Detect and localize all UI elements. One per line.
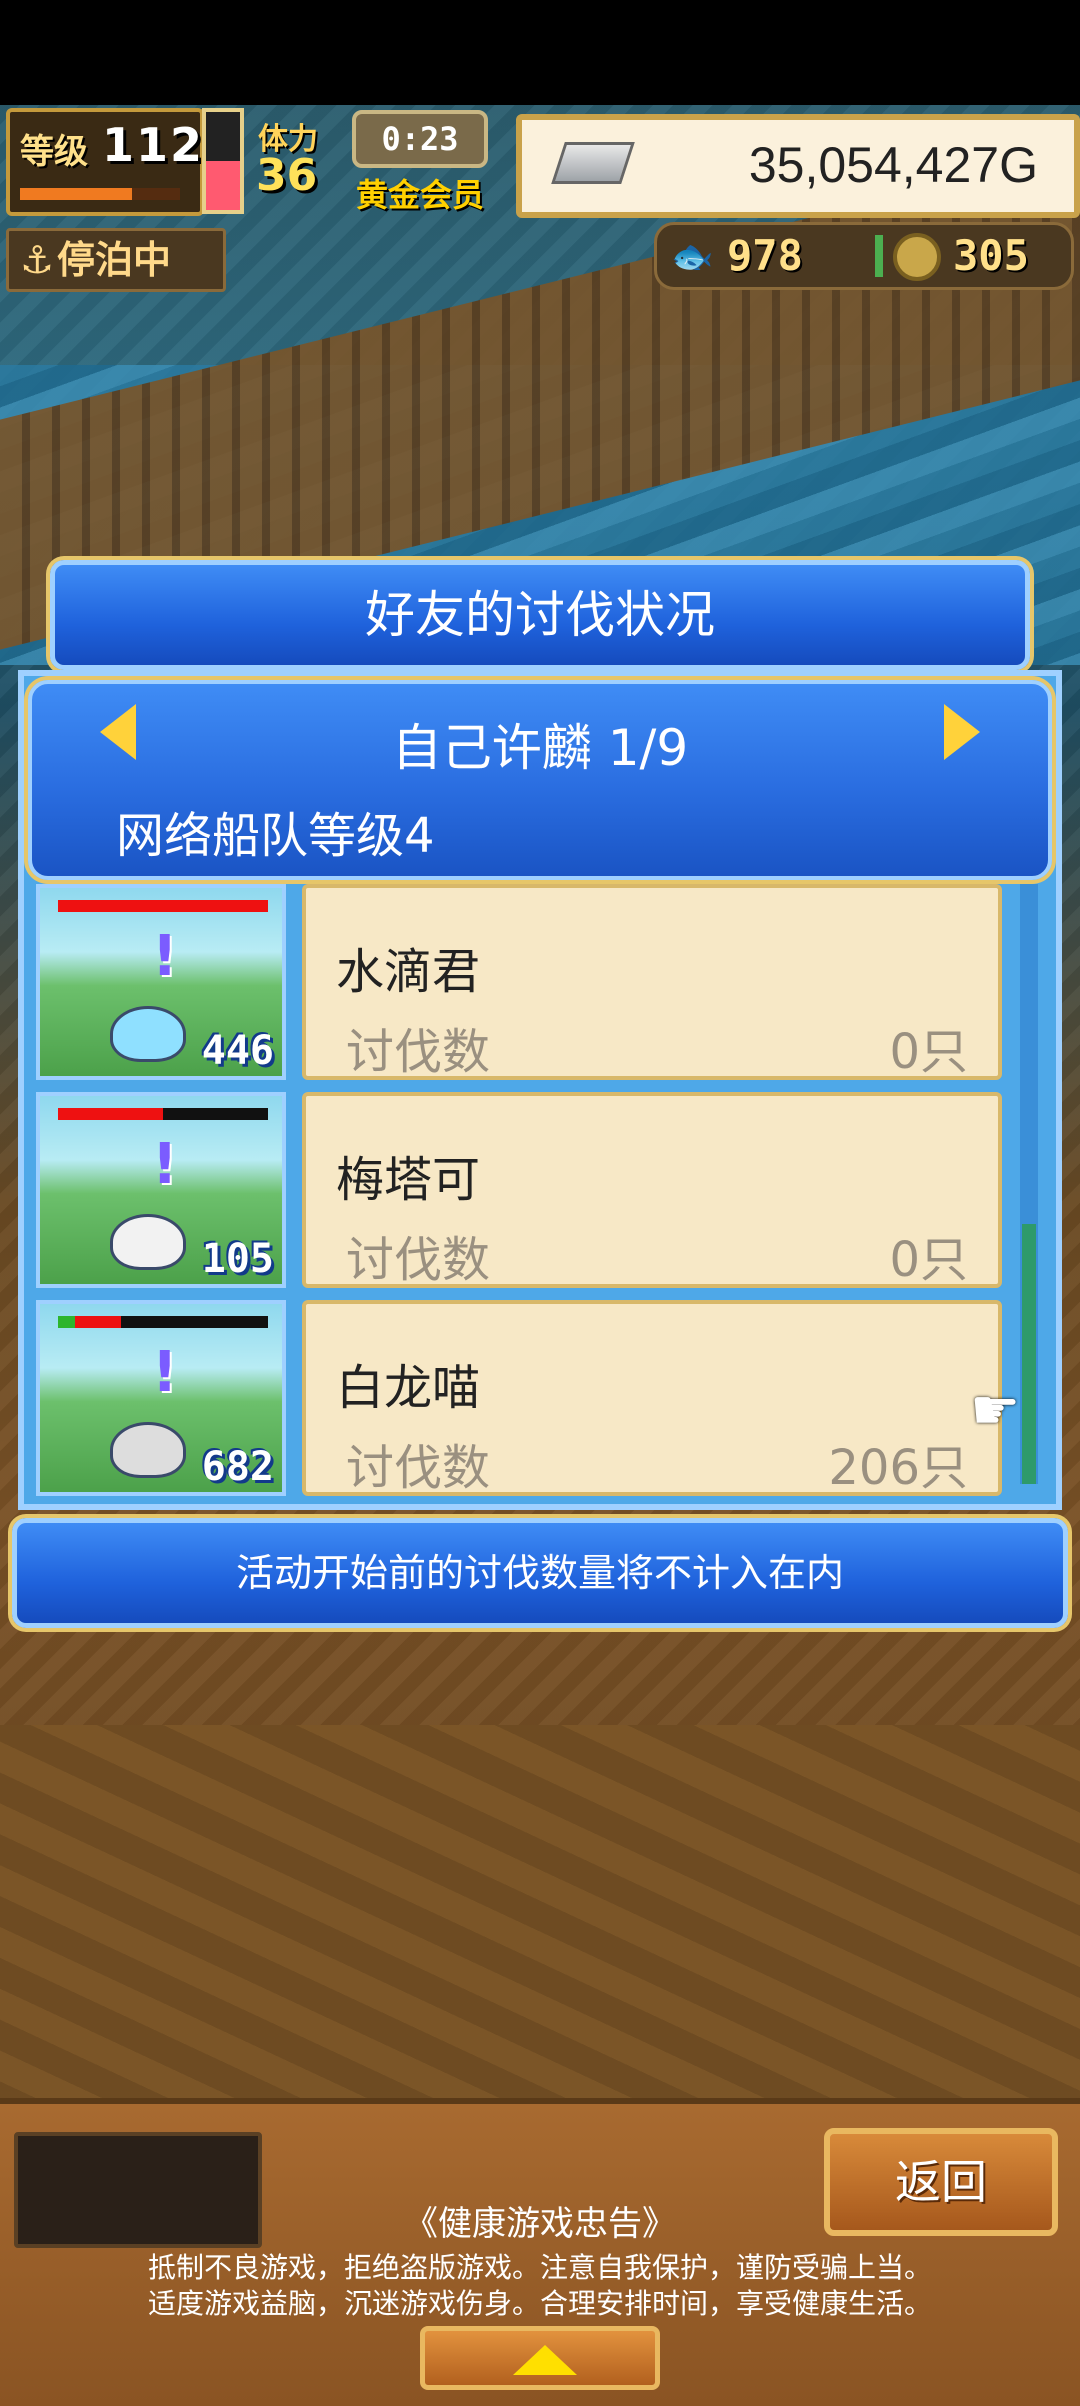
stamina-gauge (202, 108, 244, 214)
monster-sprite (110, 1422, 186, 1478)
top-hud: 等级 112 体力 36 0:23 黄金会员 35,054,427G ⚓停泊中 … (0, 108, 1080, 292)
monster-sprite (110, 1006, 186, 1062)
pointer-hand-icon: ☚ (970, 1378, 1021, 1443)
resource-separator (875, 235, 883, 277)
level-value: 112 (102, 118, 205, 172)
kill-value: 0只 (889, 1024, 968, 1080)
monster-info: 白龙喵 讨伐数 206只 (302, 1300, 1002, 1496)
stamina-panel: 体力 36 (250, 108, 350, 208)
friend-header: 自己许麟 1/9 网络船队等级4 (28, 680, 1052, 880)
list-item[interactable]: ! 105 梅塔可 讨伐数 0只 (32, 1092, 1002, 1288)
fish-icon: 🐟 (671, 237, 714, 277)
monster-info: 梅塔可 讨伐数 0只 (302, 1092, 1002, 1288)
docked-status-label: 停泊中 (57, 238, 172, 282)
kill-label: 讨伐数 (346, 1024, 491, 1080)
monster-count: 105 (201, 1236, 274, 1282)
dialog-title: 好友的讨伐状况 (50, 560, 1030, 670)
level-panel: 等级 112 (6, 108, 204, 216)
hp-bar (58, 1108, 268, 1120)
list-item[interactable]: ! 682 白龙喵 讨伐数 206只 (32, 1300, 1002, 1496)
kill-label: 讨伐数 (346, 1440, 491, 1496)
gold-value: 35,054,427G (748, 137, 1038, 193)
monster-name: 梅塔可 (336, 1152, 481, 1208)
monster-info: 水滴君 讨伐数 0只 (302, 884, 1002, 1080)
level-progress-bar (20, 188, 180, 200)
health-notice-title: 《健康游戏忠告》 (404, 2204, 676, 2244)
dialog-note: 活动开始前的讨伐数量将不计入在内 (12, 1518, 1068, 1628)
scrollbar-thumb[interactable] (1022, 1224, 1036, 1484)
hp-bar (58, 1316, 268, 1328)
resource-panel: 🐟 978 305 (654, 222, 1074, 290)
monster-thumbnail: ! 105 (36, 1092, 286, 1288)
up-arrow-icon (513, 2345, 577, 2375)
bottom-panel: 返回 《健康游戏忠告》 抵制不良游戏，拒绝盗版游戏。注意自我保护，谨防受骗上当。… (0, 2098, 1080, 2406)
monster-sprite (110, 1214, 186, 1270)
health-notice-line-2: 适度游戏益脑，沉迷游戏伤身。合理安排时间，享受健康生活。 (147, 2287, 932, 2320)
docked-status: ⚓停泊中 (6, 228, 226, 292)
list-scrollbar[interactable] (1020, 884, 1038, 1484)
alert-icon: ! (152, 1132, 178, 1197)
next-friend-arrow-icon[interactable] (944, 704, 980, 760)
coin-count: 305 (953, 231, 1029, 280)
timer: 0:23 (352, 110, 488, 168)
kill-value: 206只 (828, 1440, 968, 1496)
anchor-icon: ⚓ (19, 238, 55, 282)
hp-bar (58, 900, 268, 912)
fleet-level: 网络船队等级4 (116, 808, 435, 864)
monster-count: 682 (201, 1444, 274, 1490)
coin-icon (893, 233, 941, 281)
list-item[interactable]: ! 446 水滴君 讨伐数 0只 (32, 884, 1002, 1080)
silver-bar-icon (551, 142, 635, 184)
monster-name: 水滴君 (336, 944, 481, 1000)
kill-label: 讨伐数 (346, 1232, 491, 1288)
kill-value: 0只 (889, 1232, 968, 1288)
alert-icon: ! (152, 924, 178, 989)
monster-thumbnail: ! 682 (36, 1300, 286, 1496)
monster-thumbnail: ! 446 (36, 884, 286, 1080)
gold-member-badge[interactable]: 黄金会员 (356, 170, 484, 216)
friend-name: 自己许麟 1/9 (391, 719, 689, 777)
stamina-value: 36 (256, 150, 318, 201)
alert-icon: ! (152, 1340, 178, 1405)
fish-count: 978 (727, 231, 803, 280)
monster-count: 446 (201, 1028, 274, 1074)
health-notice-line-1: 抵制不良游戏，拒绝盗版游戏。注意自我保护，谨防受骗上当。 (147, 2251, 932, 2284)
expand-button[interactable] (420, 2326, 660, 2390)
level-label: 等级 (20, 132, 88, 172)
monster-name: 白龙喵 (336, 1360, 481, 1416)
gold-panel[interactable]: 35,054,427G (516, 114, 1080, 218)
